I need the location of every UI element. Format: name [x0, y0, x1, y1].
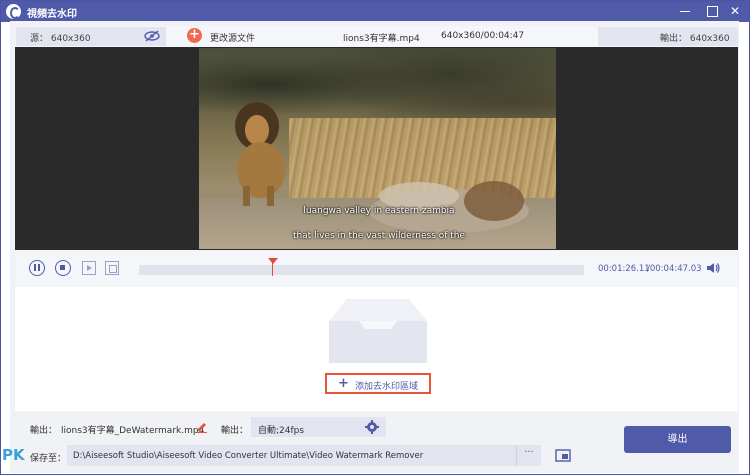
- source-resolution: 源： 640x360: [30, 34, 91, 44]
- volume-icon[interactable]: [706, 262, 720, 274]
- maximize-button[interactable]: [704, 3, 720, 19]
- eye-hidden-icon[interactable]: [144, 30, 160, 42]
- stop-button[interactable]: [55, 260, 71, 276]
- playhead-marker[interactable]: [267, 258, 278, 264]
- title-bar: 視頻去水印 ✕: [1, 1, 749, 22]
- corner-watermark-logo: PK: [2, 446, 25, 464]
- pause-button[interactable]: [29, 260, 45, 276]
- timeline-progress: [139, 265, 273, 275]
- standing-lion-image: [235, 102, 285, 206]
- gear-icon[interactable]: [365, 420, 379, 434]
- add-watermark-region-button[interactable]: + 添加去水印區域: [325, 373, 431, 394]
- export-button[interactable]: 導出: [624, 426, 731, 453]
- file-resolution-duration: 640x360/00:04:47: [441, 31, 525, 41]
- output-format-value: 自動;24fps: [258, 426, 305, 436]
- app-logo-icon: [6, 4, 21, 19]
- subtitle-line-2: that lives in the vast wilderness of the: [292, 231, 466, 241]
- save-path-value: D:\Aiseesoft Studio\Aiseesoft Video Conv…: [73, 451, 424, 461]
- file-name: lions3有字幕.mp4: [343, 34, 420, 44]
- empty-tray-icon: [329, 299, 427, 363]
- output-file-name: lions3有字幕_DeWatermark.mp4: [61, 426, 205, 436]
- playhead-line: [271, 263, 273, 276]
- window-title: 視頻去水印: [27, 9, 77, 20]
- play-end-button[interactable]: [105, 261, 119, 275]
- play-start-button[interactable]: [82, 261, 96, 275]
- subtitle-line-1: luangwa valley in eastern zambia: [303, 206, 455, 216]
- total-time: /00:04:47.03: [647, 264, 702, 274]
- browse-more-button[interactable]: ···: [516, 445, 541, 466]
- minimize-button[interactable]: [677, 3, 693, 19]
- change-source-label[interactable]: 更改源文件: [210, 31, 255, 44]
- video-frame[interactable]: luangwa valley in eastern zambia that li…: [199, 48, 556, 249]
- add-watermark-region-label: 添加去水印區域: [355, 382, 419, 392]
- edit-pencil-icon[interactable]: [196, 421, 208, 433]
- output-format-label: 輸出：: [221, 426, 249, 436]
- output-resolution: 輸出： 640x360: [660, 34, 730, 44]
- save-to-label: 保存至：: [30, 454, 67, 464]
- change-source-button[interactable]: +: [187, 28, 202, 43]
- lying-lion-image: [369, 181, 529, 233]
- current-time: 00:01:26.11: [598, 264, 650, 274]
- folder-icon[interactable]: [555, 448, 571, 462]
- plus-icon: +: [338, 376, 349, 391]
- output-name-label: 輸出：: [30, 426, 58, 436]
- close-button[interactable]: ✕: [727, 3, 743, 19]
